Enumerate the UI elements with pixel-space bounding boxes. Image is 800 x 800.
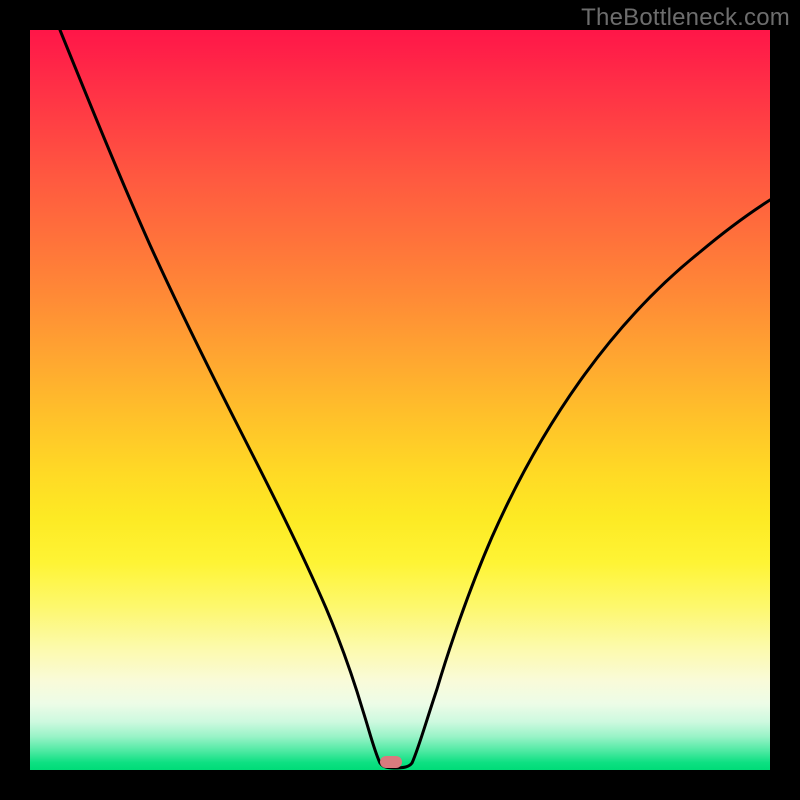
minimum-marker: [380, 756, 402, 768]
plot-area: [30, 30, 770, 770]
watermark-text: TheBottleneck.com: [581, 4, 790, 32]
curve-svg: [30, 30, 770, 770]
bottleneck-curve: [60, 30, 770, 768]
